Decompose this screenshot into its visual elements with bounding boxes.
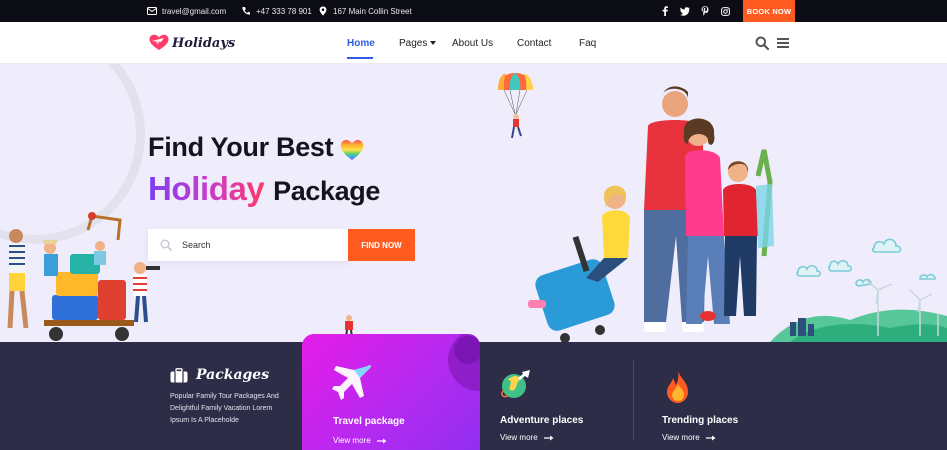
hero-headline-line1: Find Your Best [148, 132, 334, 162]
family-luggage-illustration [7, 212, 160, 341]
caret-down-icon [430, 41, 437, 45]
nav-active-indicator [347, 57, 373, 59]
view-more-label: View more [500, 433, 538, 442]
twitter-link[interactable] [680, 0, 690, 22]
nav-pages[interactable]: Pages [399, 22, 437, 64]
contact-phone[interactable]: +47 333 78 901 [241, 0, 312, 22]
book-now-button[interactable]: BOOK NOW [743, 0, 795, 22]
card-decor-circle-small [454, 336, 480, 364]
view-more-link[interactable]: View more [333, 436, 387, 445]
view-more-link[interactable]: View more [500, 433, 554, 442]
arrow-right-icon [376, 438, 387, 443]
feature-card-travel-package[interactable]: Travel package View more [302, 334, 480, 450]
landscape-illustration [770, 238, 947, 342]
top-bar: travel@gmail.com +47 333 78 901 167 Main… [0, 0, 947, 22]
pinterest-icon [701, 6, 709, 16]
phone-icon [242, 7, 250, 15]
logo-mark-icon [149, 34, 169, 50]
main-nav: Holidays Home Pages About Us Contact Faq [0, 22, 947, 64]
facebook-icon [662, 6, 668, 16]
hero-section: Find Your Best Holiday Package FIND NOW [0, 64, 947, 342]
arrow-right-icon [543, 435, 554, 440]
packages-heading: Packages [170, 367, 269, 383]
instagram-icon [721, 6, 730, 16]
packages-description: Popular Family Tour Packages And Delight… [170, 393, 279, 425]
twitter-icon [680, 6, 690, 16]
fire-icon [667, 371, 688, 403]
facebook-link[interactable] [661, 0, 669, 22]
nav-pages-label: Pages [399, 37, 428, 49]
phone-text: +47 333 78 901 [256, 6, 312, 16]
search-icon [160, 239, 172, 251]
instagram-link[interactable] [721, 0, 730, 22]
menu-icon[interactable] [776, 36, 790, 50]
hero-highlight-word: Holiday [148, 170, 265, 207]
hero-search-box [148, 229, 348, 261]
view-more-label: View more [662, 433, 700, 442]
rainbow-heart-icon [340, 140, 364, 160]
airplane-icon [332, 365, 371, 400]
card-title: Travel package [333, 416, 405, 427]
search-input[interactable] [182, 240, 332, 250]
suitcase-icon [170, 367, 188, 382]
location-pin-icon [319, 6, 327, 16]
card-title: Trending places [662, 415, 739, 426]
nav-about[interactable]: About Us [452, 22, 493, 64]
email-text: travel@gmail.com [162, 6, 227, 16]
logo[interactable]: Holidays [149, 33, 235, 53]
contact-address: 167 Main Collin Street [318, 0, 412, 22]
find-now-button[interactable]: FIND NOW [348, 229, 415, 261]
card-title: Adventure places [500, 415, 584, 426]
contact-email[interactable]: travel@gmail.com [147, 0, 226, 22]
globe-plane-icon [501, 370, 530, 398]
hero-headline-line2: Holiday Package [148, 170, 380, 208]
nav-contact[interactable]: Contact [517, 22, 551, 64]
feature-divider [633, 360, 634, 440]
pinterest-link[interactable] [701, 0, 709, 22]
family-illustration [528, 86, 774, 342]
packages-title: Packages [196, 367, 270, 383]
view-more-link[interactable]: View more [662, 433, 716, 442]
hero-headline-rest: Package [273, 176, 380, 206]
nav-faq[interactable]: Faq [579, 22, 596, 64]
search-icon[interactable] [755, 36, 769, 50]
mail-icon [147, 7, 157, 15]
view-more-label: View more [333, 436, 371, 445]
arrow-right-icon [705, 435, 716, 440]
address-text: 167 Main Collin Street [333, 6, 412, 16]
logo-text: Holidays [172, 35, 236, 51]
